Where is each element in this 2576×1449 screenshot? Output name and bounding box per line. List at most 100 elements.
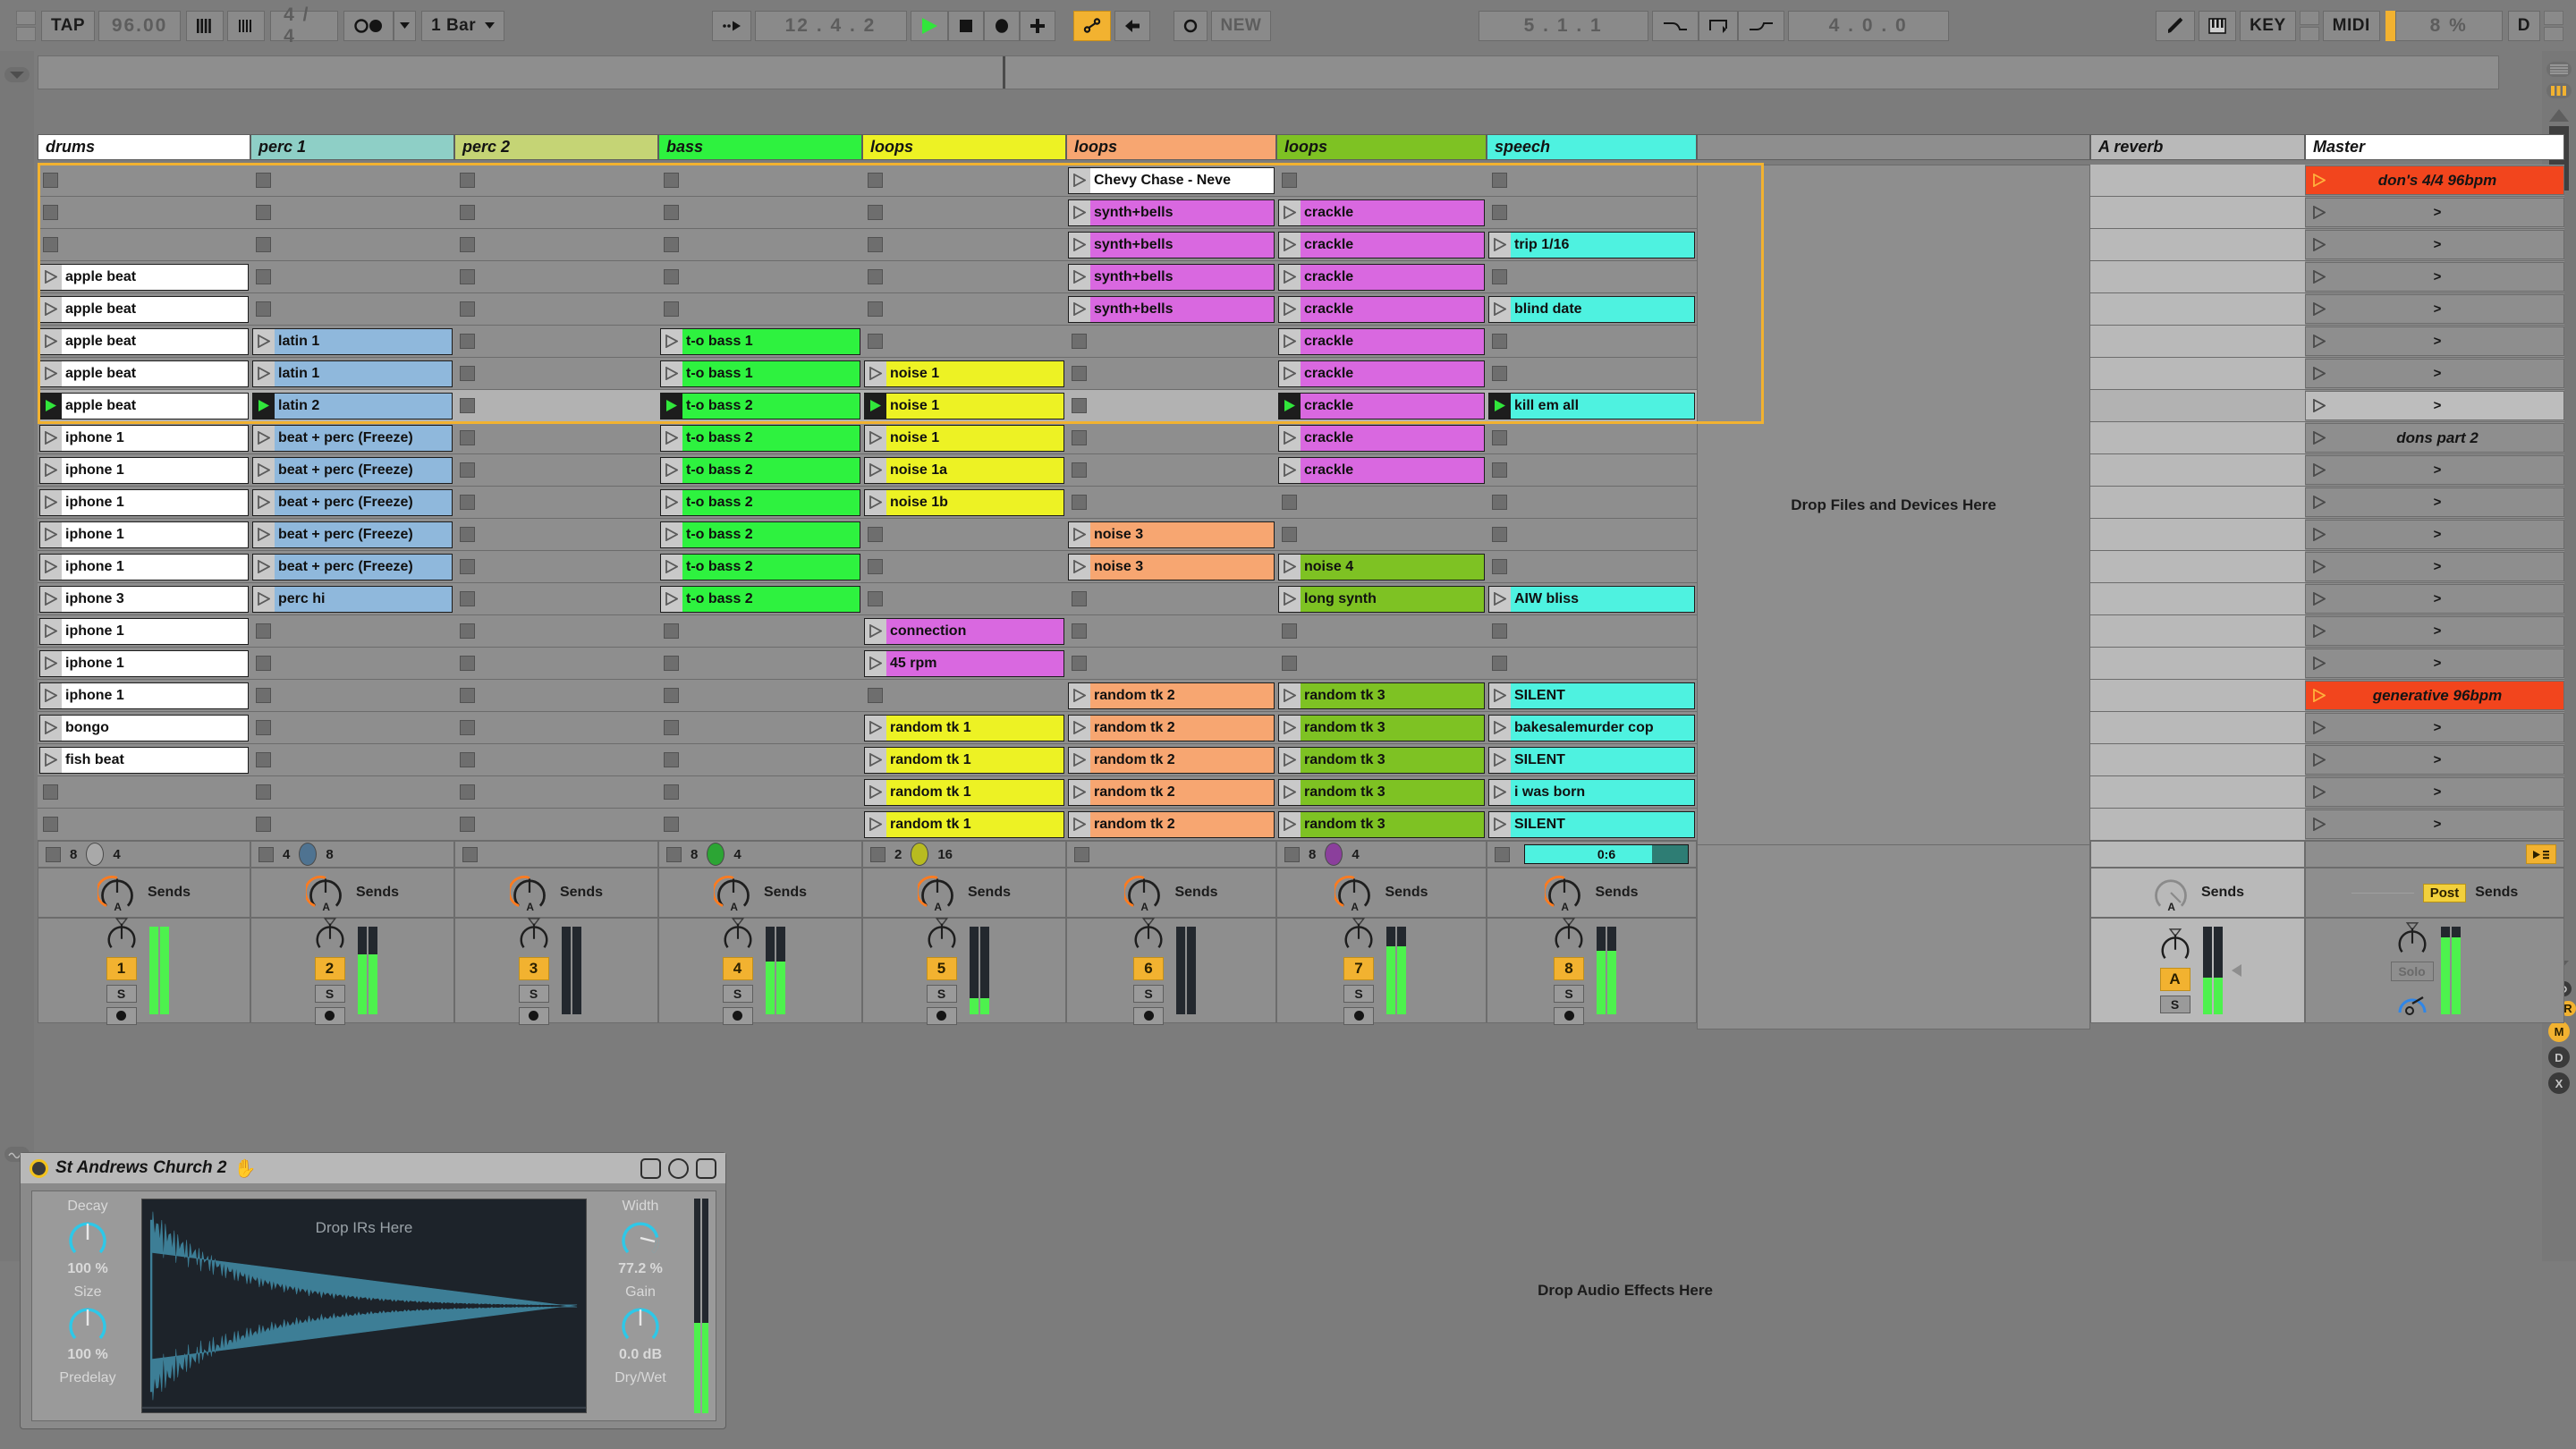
empty-clip-slot[interactable]	[660, 199, 860, 226]
clip-slot[interactable]	[1276, 648, 1487, 680]
empty-clip-slot[interactable]	[456, 618, 657, 645]
clip[interactable]: SILENT	[1488, 746, 1695, 774]
clip-stop-button[interactable]	[1492, 462, 1507, 478]
clip-play-icon[interactable]	[1489, 747, 1511, 773]
clip-slot[interactable]: bongo	[38, 712, 250, 744]
track-name-loops[interactable]: loops	[1276, 134, 1487, 160]
clip-stop-button[interactable]	[664, 173, 679, 188]
arrangement-position[interactable]: 12 . 4 . 2	[754, 10, 907, 41]
track-name-loops[interactable]: loops	[1066, 134, 1276, 160]
clip-slot[interactable]	[1276, 519, 1487, 551]
clip-slot[interactable]: beat + perc (Freeze)	[250, 487, 454, 519]
empty-clip-slot[interactable]	[864, 554, 1064, 580]
track-stop-button[interactable]	[666, 846, 682, 862]
clip-slot[interactable]	[862, 293, 1066, 326]
clip-play-icon[interactable]	[40, 586, 62, 612]
clip-slot[interactable]: random tk 2	[1066, 776, 1276, 809]
solo-button[interactable]: S	[1554, 984, 1584, 1003]
clip-slot[interactable]	[862, 229, 1066, 261]
punch-in-icon[interactable]	[1651, 10, 1699, 41]
device-power-icon[interactable]	[30, 1158, 48, 1178]
scene-row[interactable]: >	[2305, 551, 2564, 583]
scene-row[interactable]: >	[2305, 583, 2564, 615]
clip[interactable]: crackle	[1278, 199, 1485, 226]
clip-play-icon[interactable]	[40, 618, 62, 644]
return-pan-knob[interactable]	[2155, 928, 2196, 963]
clip[interactable]: noise 1	[864, 392, 1064, 419]
clip-play-icon[interactable]	[253, 521, 275, 547]
key-map-button[interactable]: KEY	[2240, 10, 2296, 41]
clip-play-icon[interactable]	[865, 650, 886, 676]
empty-clip-slot[interactable]	[456, 715, 657, 741]
clip[interactable]: random tk 3	[1278, 682, 1485, 709]
empty-clip-slot[interactable]	[1488, 554, 1695, 580]
scene-launch-button[interactable]	[2306, 463, 2333, 477]
clip-play-icon[interactable]	[40, 393, 62, 419]
scene-row[interactable]: dons part 2	[2305, 422, 2564, 454]
clip[interactable]: latin 1	[252, 360, 453, 387]
return-volume-fader[interactable]	[2230, 962, 2241, 979]
clip-stop-button[interactable]	[460, 527, 475, 542]
clip[interactable]: random tk 2	[1068, 778, 1275, 806]
clip-play-icon[interactable]	[1279, 328, 1301, 354]
arm-record-button[interactable]	[106, 1006, 137, 1025]
scene-row[interactable]: >	[2305, 197, 2564, 229]
clip-play-icon[interactable]	[1279, 457, 1301, 483]
clip-play-icon[interactable]	[661, 586, 682, 612]
clip[interactable]: random tk 3	[1278, 778, 1485, 806]
piano-icon[interactable]	[2199, 10, 2237, 41]
crossfader-icon[interactable]: X	[2548, 1072, 2570, 1094]
track-activator-button[interactable]: 4	[722, 956, 753, 980]
clip[interactable]: 45 rpm	[864, 649, 1064, 677]
pan-knob[interactable]	[921, 917, 962, 953]
clip-slot[interactable]	[454, 165, 658, 197]
clip-stop-button[interactable]	[868, 559, 883, 574]
clip-stop-button[interactable]	[460, 173, 475, 188]
clip-slot[interactable]	[454, 422, 658, 454]
clip-stop-button[interactable]	[1282, 527, 1297, 542]
scene-launch-button[interactable]	[2306, 592, 2333, 606]
nudge-icon[interactable]	[227, 10, 266, 41]
clip-slot[interactable]	[454, 487, 658, 519]
clip[interactable]: crackle	[1278, 456, 1485, 484]
clip-stop-button[interactable]	[1492, 334, 1507, 349]
clip[interactable]: noise 1a	[864, 456, 1064, 484]
send-a-knob[interactable]: A	[1545, 873, 1584, 912]
master-volume-fader[interactable]	[2468, 962, 2479, 979]
empty-clip-slot[interactable]	[1068, 425, 1275, 452]
empty-clip-slot[interactable]	[1068, 360, 1275, 387]
clip[interactable]: trip 1/16	[1488, 231, 1695, 258]
empty-clip-slot[interactable]	[456, 232, 657, 258]
volume-fader[interactable]	[176, 962, 188, 979]
clip-slot[interactable]: iphone 1	[38, 422, 250, 454]
clip-slot[interactable]: AIW bliss	[1487, 583, 1697, 615]
clip-slot[interactable]: noise 4	[1276, 551, 1487, 583]
clip[interactable]: synth+bells	[1068, 263, 1275, 291]
scene-launch-button[interactable]	[2306, 753, 2333, 767]
clip-play-icon[interactable]	[253, 457, 275, 483]
clip-stop-button[interactable]	[256, 237, 271, 252]
clip-stop-button[interactable]	[664, 237, 679, 252]
clip-slot[interactable]: random tk 2	[1066, 744, 1276, 776]
clip-play-icon[interactable]	[1279, 554, 1301, 580]
clip-play-icon[interactable]	[40, 682, 62, 708]
clip-stop-button[interactable]	[664, 817, 679, 832]
track-name-bass[interactable]: bass	[658, 134, 862, 160]
clip-slot[interactable]	[250, 261, 454, 293]
pan-knob[interactable]	[1548, 917, 1589, 953]
clip-play-icon[interactable]	[865, 489, 886, 515]
clip-slot[interactable]: connection	[862, 615, 1066, 648]
clip-slot[interactable]	[862, 165, 1066, 197]
clip[interactable]: t-o bass 2	[660, 456, 860, 484]
clip-play-icon[interactable]	[253, 489, 275, 515]
clip-slot[interactable]	[454, 197, 658, 229]
empty-clip-slot[interactable]	[456, 521, 657, 548]
solo-button[interactable]: S	[926, 984, 957, 1003]
scene-row[interactable]: >	[2305, 229, 2564, 261]
send-a-knob[interactable]: A	[1124, 873, 1164, 912]
clip-play-icon[interactable]	[1279, 296, 1301, 322]
clip-slot[interactable]: t-o bass 2	[658, 422, 862, 454]
loop-start-position[interactable]: 5 . 1 . 1	[1478, 10, 1648, 41]
empty-clip-slot[interactable]	[252, 650, 453, 677]
follow-icon[interactable]	[343, 10, 394, 41]
